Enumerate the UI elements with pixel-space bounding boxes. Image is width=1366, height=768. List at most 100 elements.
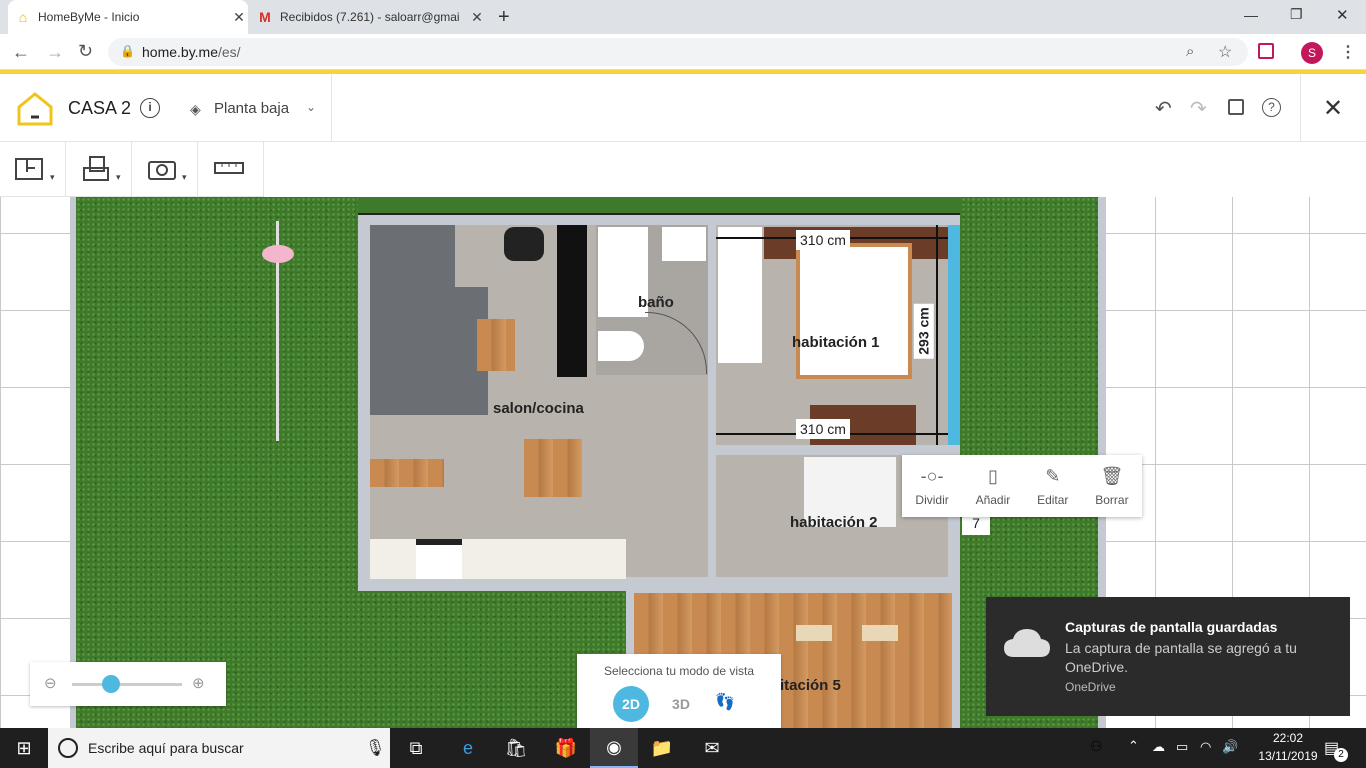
furniture-icon: [83, 156, 109, 181]
tab-gmail[interactable]: M Recibidos (7.261) - saloarr@gmai ✕: [250, 0, 486, 34]
mail-icon[interactable]: ✉: [688, 728, 736, 768]
cortana-icon[interactable]: [58, 738, 78, 758]
file-explorer-icon[interactable]: 📁: [638, 728, 686, 768]
add-door-icon: ▯: [987, 466, 998, 486]
floorplan-tool-button[interactable]: ▾: [0, 142, 66, 197]
tab-close-icon[interactable]: ✕: [468, 9, 486, 26]
cloud-icon: [1004, 629, 1050, 657]
measure-tool-button[interactable]: [198, 142, 264, 197]
project-info-icon[interactable]: i: [140, 98, 160, 118]
address-bar[interactable]: home.by.me/es/: [108, 38, 1248, 66]
start-windows-icon[interactable]: ⊞: [0, 728, 48, 768]
zoom-control: ⊖ ⊕: [30, 662, 226, 706]
new-tab-button[interactable]: +: [498, 6, 510, 29]
microphone-icon[interactable]: 🎙: [365, 738, 385, 758]
battery-icon[interactable]: ▭: [1176, 739, 1188, 755]
close-editor-button[interactable]: ✕: [1323, 94, 1343, 123]
people-icon[interactable]: ⚇: [1090, 738, 1103, 755]
volume-icon[interactable]: 🔊: [1222, 739, 1238, 755]
chrome-icon[interactable]: ◉: [590, 728, 638, 768]
zoom-magnifier-icon[interactable]: ⌕: [1186, 43, 1194, 60]
add-element-button[interactable]: ▯ Añadir: [976, 466, 1011, 507]
clothesline-ornament: [262, 245, 294, 263]
bookmark-star-icon[interactable]: ☆: [1218, 42, 1232, 62]
dimension-bottom[interactable]: 310 cm: [796, 419, 850, 439]
clock-date[interactable]: 13/11/2019: [1252, 749, 1324, 763]
room-label-bed1[interactable]: habitación 1: [792, 334, 880, 351]
oven[interactable]: [416, 539, 462, 579]
browser-menu-icon[interactable]: ⋮: [1340, 42, 1356, 62]
delete-wall-button[interactable]: 🗑 Borrar: [1095, 466, 1128, 507]
split-wall-button[interactable]: -○- Dividir: [915, 466, 948, 507]
wall-context-menu: -○- Dividir ▯ Añadir ✎ Editar 🗑 Borrar: [902, 455, 1142, 517]
chevron-up-icon[interactable]: ⌃: [1128, 738, 1139, 754]
chair[interactable]: [796, 625, 832, 641]
redo-icon[interactable]: ↷: [1190, 96, 1207, 121]
split-icon: -○-: [920, 466, 944, 486]
camera-tool-button[interactable]: ▾: [132, 142, 198, 197]
clock-time[interactable]: 22:02: [1258, 731, 1318, 745]
forward-arrow-icon[interactable]: →: [46, 42, 64, 63]
tab-homebyme[interactable]: ⌂ HomeByMe - Inicio ✕: [8, 0, 248, 34]
header-divider: [1300, 74, 1301, 142]
room-label-room5[interactable]: itación 5: [780, 677, 841, 694]
plot-boundary: [70, 197, 76, 728]
search-placeholder: Escribe aquí para buscar: [88, 740, 244, 756]
help-icon[interactable]: ?: [1262, 98, 1281, 117]
ruler-icon: [214, 162, 244, 174]
tv-cabinet[interactable]: [557, 225, 587, 377]
undo-icon[interactable]: ↶: [1155, 96, 1172, 121]
bed[interactable]: [796, 243, 912, 379]
onedrive-notification[interactable]: Capturas de pantalla guardadas La captur…: [986, 597, 1350, 716]
view-2d-button[interactable]: 2D: [613, 686, 649, 722]
task-view-icon[interactable]: ⧉: [392, 728, 440, 768]
sink[interactable]: [662, 227, 706, 261]
chair[interactable]: [862, 625, 898, 641]
gift-icon[interactable]: 🎁: [542, 728, 590, 768]
extension-icon[interactable]: [1258, 43, 1274, 59]
toilet[interactable]: [598, 331, 644, 361]
walk-footprints-icon[interactable]: 👣: [715, 692, 735, 712]
room-label-bath[interactable]: baño: [638, 294, 674, 311]
window-maximize-button[interactable]: ❐: [1290, 6, 1303, 23]
wifi-icon[interactable]: ◠: [1200, 739, 1211, 755]
room-label-living[interactable]: salon/cocina: [493, 400, 584, 417]
wardrobe[interactable]: [718, 227, 762, 363]
dimension-top[interactable]: 310 cm: [796, 230, 850, 250]
save-icon[interactable]: [1228, 99, 1244, 115]
toast-source: OneDrive: [1065, 680, 1116, 694]
zoom-in-icon[interactable]: ⊕: [192, 674, 205, 692]
edge-icon[interactable]: e: [444, 728, 492, 768]
zoom-slider-track[interactable]: [72, 683, 182, 686]
store-icon[interactable]: 🛍: [492, 728, 540, 768]
tab-close-icon[interactable]: ✕: [230, 9, 248, 26]
project-title[interactable]: CASA 2: [68, 98, 131, 119]
window-close-button[interactable]: ✕: [1336, 6, 1349, 24]
selected-wall[interactable]: [948, 225, 960, 445]
toast-title: Capturas de pantalla guardadas: [1065, 619, 1278, 635]
profile-avatar[interactable]: S: [1301, 42, 1323, 64]
reload-icon[interactable]: ↻: [78, 41, 93, 62]
onedrive-tray-icon[interactable]: ☁: [1152, 739, 1165, 755]
add-label: Añadir: [975, 493, 1011, 507]
zoom-slider-thumb[interactable]: [101, 675, 120, 693]
kitchen-counter[interactable]: [370, 539, 626, 579]
lock-icon[interactable]: 🔒: [120, 44, 135, 58]
chevron-down-icon[interactable]: ⌄: [306, 100, 316, 114]
back-arrow-icon[interactable]: ←: [12, 42, 30, 63]
floor-selector[interactable]: Planta baja: [214, 100, 289, 117]
armchair[interactable]: [504, 227, 544, 261]
coffee-table[interactable]: [477, 319, 515, 371]
zoom-out-icon[interactable]: ⊖: [44, 674, 57, 692]
homebyme-logo-icon[interactable]: [16, 91, 54, 127]
view-3d-button[interactable]: 3D: [663, 686, 699, 722]
dimension-side[interactable]: 293 cm: [913, 303, 934, 359]
edit-wall-button[interactable]: ✎ Editar: [1037, 466, 1068, 507]
dining-table[interactable]: [524, 439, 582, 497]
window-minimize-button[interactable]: —: [1244, 7, 1258, 23]
room-label-bed2[interactable]: habitación 2: [790, 514, 878, 531]
side-table[interactable]: [370, 459, 444, 487]
gmail-favicon-icon: M: [259, 9, 271, 25]
taskbar-search[interactable]: Escribe aquí para buscar: [48, 728, 390, 768]
furniture-tool-button[interactable]: ▾: [66, 142, 132, 197]
